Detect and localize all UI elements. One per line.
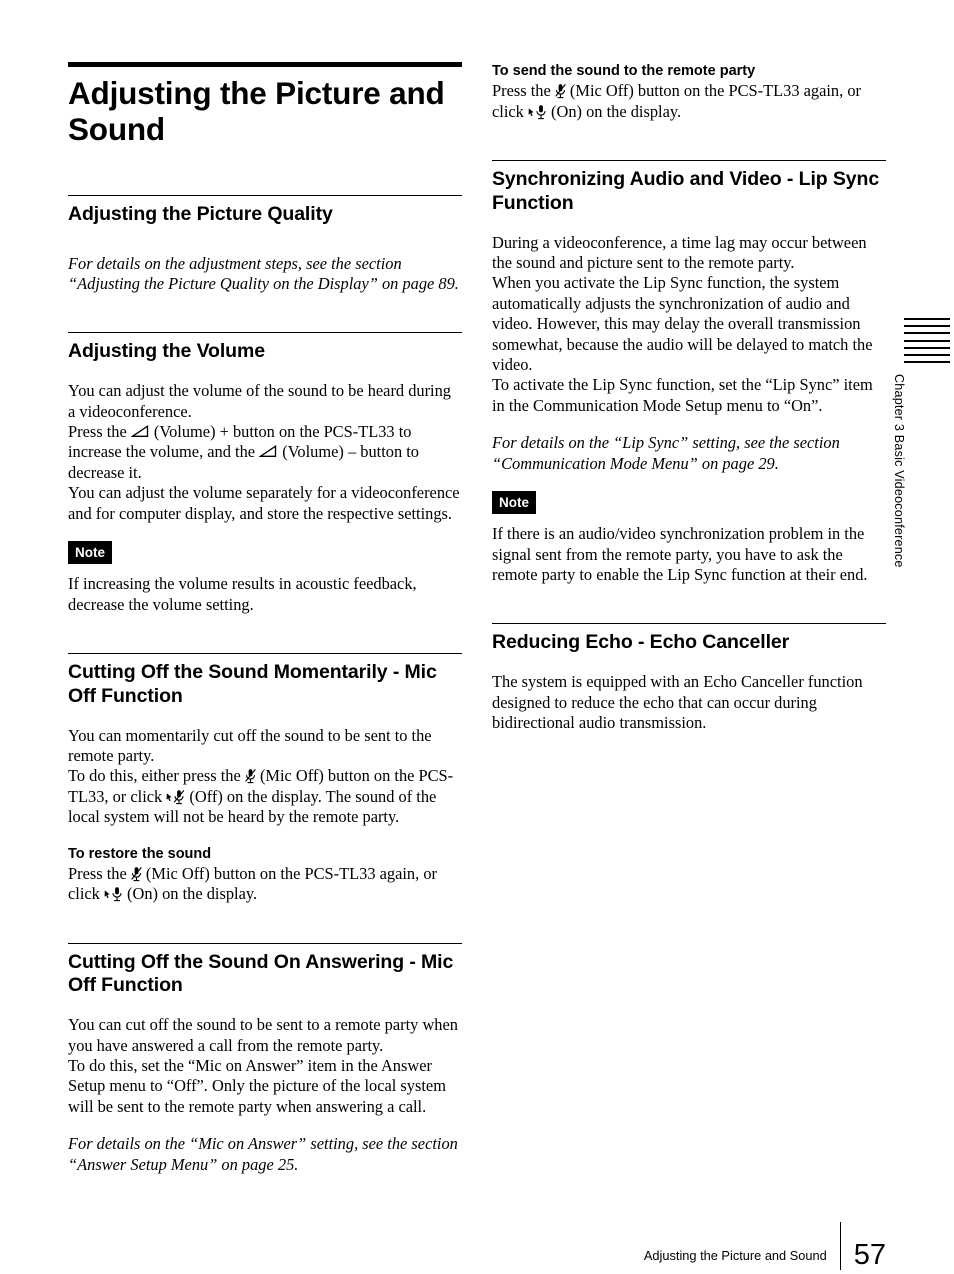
lip-sync-paragraph-2: When you activate the Lip Sync function,…	[492, 273, 873, 375]
restore-sound-paragraph: Press the (Mic Off) button on the PCS-TL…	[68, 864, 462, 905]
lip-sync-paragraph-3: To activate the Lip Sync function, set t…	[492, 375, 873, 415]
section-rule	[68, 194, 462, 196]
section-heading-lip-sync: Synchronizing Audio and Video - Lip Sync…	[492, 167, 880, 214]
volume-icon	[130, 425, 150, 438]
section-rule	[68, 942, 462, 944]
section-rule	[492, 159, 886, 161]
reference-lip-sync: For details on the “Lip Sync” setting, s…	[492, 433, 840, 473]
chapter-side-tab: Chapter 3 Basic Videoconference	[892, 318, 954, 568]
section-heading-mic-off-answering: Cutting Off the Sound On Answering - Mic…	[68, 950, 454, 997]
note-text-volume: If increasing the volume results in acou…	[68, 574, 417, 614]
mic-off-icon	[131, 866, 142, 882]
section-heading-volume: Adjusting the Volume	[68, 340, 265, 363]
mic-on-pointer-icon	[528, 104, 547, 120]
restore-text-a: Press the	[68, 863, 131, 883]
answering-paragraph-2: To do this, set the “Mic on Answer” item…	[68, 1056, 446, 1116]
subheading-send-sound: To send the sound to the remote party	[492, 63, 756, 79]
page-title: Adjusting the Picture and Sound	[68, 75, 445, 147]
note-text-lip-sync: If there is an audio/video synchronizati…	[492, 524, 868, 585]
restore-text-c: (On) on the display.	[122, 884, 258, 904]
note-block-volume: Note If increasing the volume results in…	[68, 541, 462, 615]
subheading-restore-sound: To restore the sound	[68, 845, 212, 862]
note-badge: Note	[68, 541, 112, 565]
reference-mic-on-answer: For details on the “Mic on Answer” setti…	[68, 1134, 458, 1174]
note-block-lip-sync: Note If there is an audio/video synchron…	[492, 491, 886, 585]
volume-paragraph-1: You can adjust the volume of the sound t…	[68, 381, 451, 421]
section-heading-echo-canceller: Reducing Echo - Echo Canceller	[492, 631, 790, 654]
left-column: Adjusting the Picture and Sound Adjustin…	[68, 62, 462, 1175]
right-column: To send the sound to the remote party Pr…	[492, 62, 886, 733]
mic-off-icon	[245, 768, 256, 784]
volume-para-2-text-a: Press the	[68, 422, 131, 442]
page-footer: Adjusting the Picture and Sound 57	[0, 1222, 954, 1272]
chapter-rule-marks	[904, 318, 950, 364]
chapter-label: Chapter 3 Basic Videoconference	[892, 374, 906, 568]
answering-paragraph-1: You can cut off the sound to be sent to …	[68, 1015, 458, 1055]
reference-picture-quality: For details on the adjustment steps, see…	[68, 253, 459, 294]
mic-off-paragraph-1: You can momentarily cut off the sound to…	[68, 725, 432, 765]
section-rule	[492, 623, 886, 625]
footer-page-number: 57	[853, 1239, 886, 1271]
document-page: Adjusting the Picture and Sound Adjustin…	[0, 0, 954, 1274]
echo-canceller-paragraph: The system is equipped with an Echo Canc…	[492, 672, 863, 733]
mic-off-icon	[555, 83, 566, 99]
mic-off-para-2-text-a: To do this, either press the	[68, 766, 245, 786]
lip-sync-paragraph-1: During a videoconference, a time lag may…	[492, 232, 867, 272]
section-rule	[68, 332, 462, 334]
mic-off-pointer-icon	[166, 789, 185, 805]
send-sound-text-a: Press the	[492, 81, 555, 101]
volume-paragraph-3: You can adjust the volume separately for…	[68, 483, 460, 523]
section-heading-picture-quality: Adjusting the Picture Quality	[68, 202, 333, 225]
title-rule	[68, 62, 462, 67]
mic-on-pointer-icon	[104, 886, 123, 902]
send-sound-paragraph: Press the (Mic Off) button on the PCS-TL…	[492, 81, 886, 122]
section-heading-mic-off-momentary: Cutting Off the Sound Momentarily - Mic …	[68, 661, 437, 707]
volume-icon	[259, 445, 278, 458]
section-rule	[68, 653, 462, 655]
volume-paragraph-2: Press the (Volume) + button on the PCS-T…	[68, 422, 462, 483]
footer-running-title: Adjusting the Picture and Sound	[643, 1248, 827, 1264]
send-sound-text-c: (On) on the display.	[546, 101, 682, 121]
mic-off-paragraph-2: To do this, either press the (Mic Off) b…	[68, 766, 462, 827]
note-badge: Note	[492, 491, 536, 515]
